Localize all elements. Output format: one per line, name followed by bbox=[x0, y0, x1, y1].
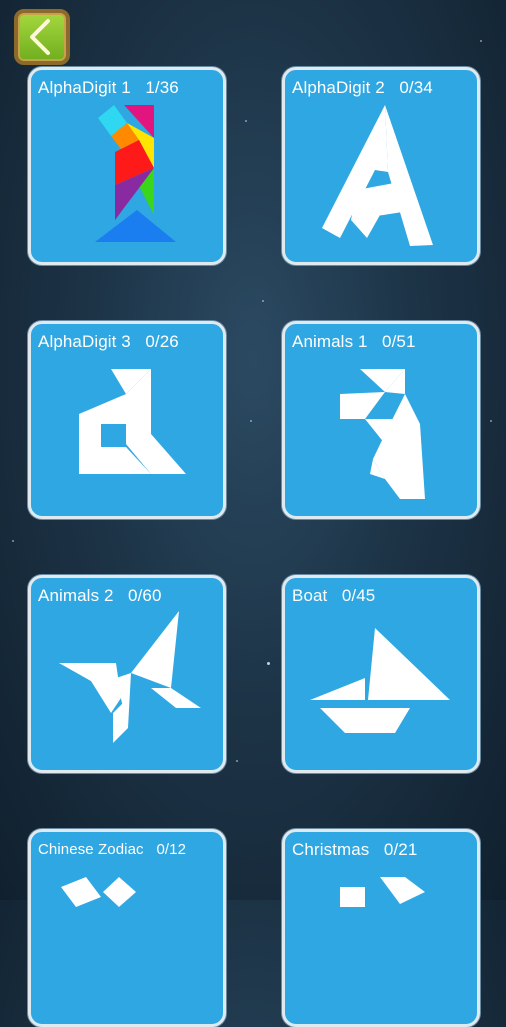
pack-card-alphadigit-2[interactable]: AlphaDigit 2 0/34 bbox=[282, 67, 480, 265]
pack-card-boat[interactable]: Boat 0/45 bbox=[282, 575, 480, 773]
pack-card-alphadigit-1[interactable]: AlphaDigit 1 1/36 bbox=[28, 67, 226, 265]
pack-card-animals-2[interactable]: Animals 2 0/60 bbox=[28, 575, 226, 773]
tangram-rabbit-preview bbox=[340, 369, 425, 499]
tangram-christmas-preview bbox=[340, 877, 425, 907]
tangram-sailboat-preview bbox=[310, 628, 450, 733]
pack-card-christmas[interactable]: Christmas 0/21 bbox=[282, 829, 480, 1027]
tangram-digit-1-preview bbox=[95, 105, 176, 242]
back-button[interactable] bbox=[14, 9, 70, 65]
pack-card-alphadigit-3[interactable]: AlphaDigit 3 0/26 bbox=[28, 321, 226, 519]
tangram-letter-d-preview bbox=[79, 369, 186, 474]
tangram-zodiac-preview bbox=[61, 877, 136, 907]
tangram-letter-a-preview bbox=[322, 105, 433, 246]
tangram-butterfly-preview bbox=[59, 611, 201, 743]
pack-card-chinese-zodiac[interactable]: Chinese Zodiac 0/12 bbox=[28, 829, 226, 1027]
pack-card-animals-1[interactable]: Animals 1 0/51 bbox=[282, 321, 480, 519]
chevron-left-icon bbox=[30, 19, 50, 55]
